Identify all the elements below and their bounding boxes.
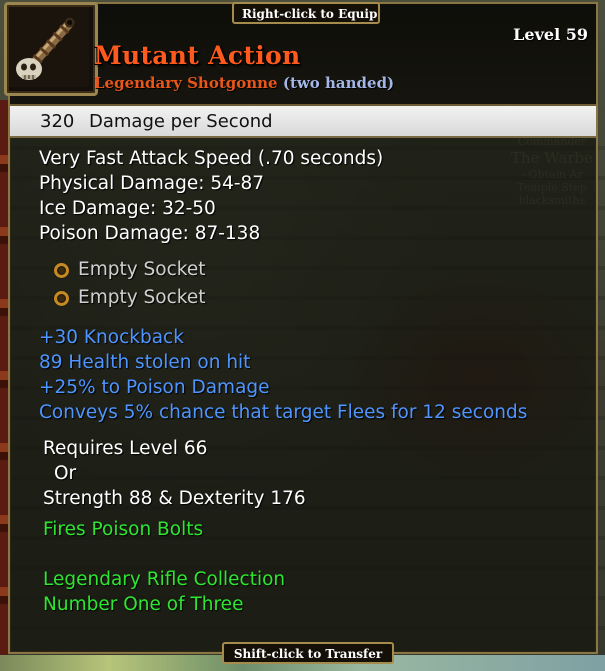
item-name: Mutant Action [94, 41, 301, 70]
collection-position: Number One of Three [43, 594, 244, 615]
stat-physical-damage: Physical Damage: 54-87 [39, 173, 265, 194]
dps-value: 320 [40, 111, 75, 132]
requirement-or: Or [54, 463, 77, 484]
collection-name: Legendary Rifle Collection [43, 569, 286, 590]
item-handedness: (two handed) [282, 74, 395, 92]
item-level: Level 59 [513, 25, 588, 44]
item-icon-frame[interactable] [4, 2, 98, 96]
socket-label: Empty Socket [78, 287, 206, 308]
requirement-level: Requires Level 66 [43, 438, 208, 459]
enchant-knockback: +30 Knockback [39, 327, 184, 348]
side-panel-edge [0, 100, 8, 655]
dps-bar: 320 Damage per Second [10, 106, 596, 138]
stat-poison-damage: Poison Damage: 87-138 [39, 223, 261, 244]
special-effect: Fires Poison Bolts [43, 519, 204, 540]
stat-attack-speed: Very Fast Attack Speed (.70 seconds) [39, 148, 384, 169]
item-rarity: Legendary Shotgonne [94, 74, 278, 92]
item-type: Legendary Shotgonne (two handed) [94, 74, 394, 92]
empty-socket-icon [54, 263, 69, 278]
enchant-health-steal: 89 Health stolen on hit [39, 352, 251, 373]
bone-shotgonne-icon [9, 7, 89, 87]
enchant-poison-bonus: +25% to Poison Damage [39, 377, 270, 398]
dps-label: Damage per Second [89, 111, 273, 132]
empty-socket-icon [54, 291, 69, 306]
enchant-flee-chance: Conveys 5% chance that target Flees for … [39, 402, 528, 423]
transfer-prompt-button[interactable]: Shift-click to Transfer [222, 642, 394, 664]
socket-label: Empty Socket [78, 259, 206, 280]
stat-ice-damage: Ice Damage: 32-50 [39, 198, 216, 219]
requirement-stats: Strength 88 & Dexterity 176 [43, 488, 306, 509]
item-tooltip: Mutant Action Legendary Shotgonne (two h… [4, 2, 598, 654]
equip-prompt-button[interactable]: Right-click to Equip [232, 2, 380, 24]
